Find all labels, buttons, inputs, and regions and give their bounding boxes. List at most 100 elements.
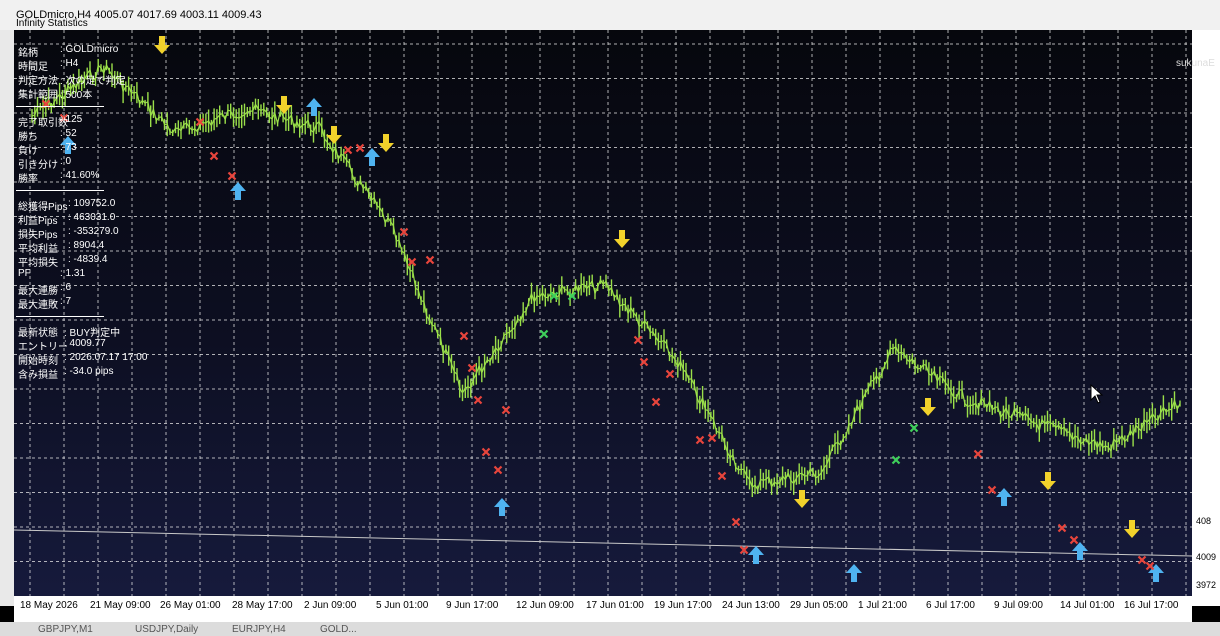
loss-exit-mark [665, 369, 675, 379]
chart-tab[interactable]: GBPJPY,M1 [38, 624, 93, 635]
loss-exit-mark [717, 471, 727, 481]
chart-tab[interactable]: USDJPY,Daily [135, 624, 198, 635]
stat-value: : -4839.4 [68, 254, 108, 265]
stat-label: 平均利益 [18, 244, 58, 255]
stat-value: : 1.31 [60, 268, 86, 279]
ea-label: sukunaE [1176, 58, 1215, 69]
stat-label: 最大連敗 [18, 300, 58, 311]
stat-label: エントリー [18, 342, 68, 353]
stat-label: 利益Pips [18, 216, 58, 227]
loss-exit-mark [731, 517, 741, 527]
chart-window: GOLDmicro,H4 4005.07 4017.69 4003.11 400… [0, 0, 1220, 636]
stat-label: 時間足 [18, 62, 48, 73]
stats-divider [16, 316, 104, 317]
stat-value: : 73 [60, 142, 77, 153]
stat-value: : 463031.0 [68, 212, 116, 223]
time-axis-label: 21 May 09:00 [90, 600, 151, 611]
loss-exit-mark [651, 397, 661, 407]
price-axis-label: 3929.7 [1196, 614, 1220, 624]
loss-exit-mark [633, 335, 643, 345]
sell-arrow-icon [326, 126, 342, 144]
stat-label: 平均損失 [18, 258, 58, 269]
win-exit-mark [539, 329, 549, 339]
loss-exit-mark [973, 449, 983, 459]
time-axis-label: 9 Jul 09:00 [994, 600, 1043, 611]
stat-value: : -34.0 pips [64, 366, 114, 377]
stat-value: : 500本 [60, 90, 93, 101]
chart-tab[interactable]: EURJPY,H4 [232, 624, 286, 635]
sell-arrow-icon [1040, 472, 1056, 490]
time-axis-label: 2 Jun 09:00 [304, 600, 357, 611]
sell-arrow-icon [154, 36, 170, 54]
stat-label: 引き分け [18, 160, 58, 171]
stat-value: : 109752.0 [68, 198, 116, 209]
stat-value: : -353279.0 [68, 226, 119, 237]
price-axis-label: 408 [1196, 516, 1212, 526]
stat-label: 勝ち [18, 132, 38, 143]
stat-value: : 41.60% [60, 170, 100, 181]
stat-label: 判定方法 [18, 76, 58, 87]
stat-value: : 8904.4 [68, 240, 105, 251]
sell-arrow-icon [378, 134, 394, 152]
stats-divider [16, 190, 104, 191]
buy-arrow-icon [846, 564, 862, 582]
time-axis-label: 26 May 01:00 [160, 600, 221, 611]
buy-arrow-icon [230, 182, 246, 200]
stat-label: 集計範囲 [18, 90, 58, 101]
indicator-name: Infinity Statistics [16, 18, 88, 29]
stat-label: PF [18, 268, 31, 279]
loss-exit-mark [695, 435, 705, 445]
stat-value: : 6 [60, 282, 72, 293]
stat-value: : GOLDmicro [60, 44, 119, 55]
buy-arrow-icon [1072, 542, 1088, 560]
loss-exit-mark [1069, 535, 1079, 545]
stat-value: : BUY判定中 [64, 328, 121, 339]
win-exit-mark [909, 423, 919, 433]
stat-label: 損失Pips [18, 230, 58, 241]
buy-arrow-icon [364, 148, 380, 166]
loss-exit-mark [209, 151, 219, 161]
time-axis-label: 28 May 17:00 [232, 600, 293, 611]
loss-exit-mark [1137, 555, 1147, 565]
loss-exit-mark [459, 331, 469, 341]
buy-arrow-icon [748, 546, 764, 564]
sell-arrow-icon [276, 96, 292, 114]
mouse-cursor-icon [1090, 384, 1104, 404]
current-price-line [13, 529, 1193, 557]
sell-arrow-icon [614, 230, 630, 248]
time-axis-label: 19 Jun 17:00 [654, 600, 712, 611]
stat-value: : 0 [60, 156, 72, 167]
stat-value: : 2026.07.17 17:00 [64, 352, 148, 363]
sell-arrow-icon [1124, 520, 1140, 538]
time-axis-label: 16 Jul 17:00 [1124, 600, 1179, 611]
stat-label: 勝率 [18, 174, 38, 185]
price-axis-label: 4009 [1196, 552, 1217, 562]
sell-arrow-icon [920, 398, 936, 416]
stat-value: : 125 [60, 114, 83, 125]
time-axis-label: 9 Jun 17:00 [446, 600, 499, 611]
stat-label: 含み損益 [18, 370, 58, 381]
loss-exit-mark [425, 255, 435, 265]
stat-label: 負け [18, 146, 38, 157]
time-axis-label: 6 Jul 17:00 [926, 600, 975, 611]
stat-label: 最大連勝 [18, 286, 58, 297]
time-axis-label: 17 Jun 01:00 [586, 600, 644, 611]
price-axis-label: 3972 [1196, 580, 1217, 590]
stat-value: : 7 [60, 296, 72, 307]
loss-exit-mark [343, 145, 353, 155]
stat-value: : 4009.77 [64, 338, 106, 349]
stat-value: : H4 [60, 58, 79, 69]
stat-value: : 52 [60, 128, 77, 139]
chart-tab[interactable]: GOLD... [320, 624, 357, 635]
stat-label: 開始時刻 [18, 356, 58, 367]
loss-exit-mark [1057, 523, 1067, 533]
loss-exit-mark [481, 447, 491, 457]
time-axis-label: 29 Jun 05:00 [790, 600, 848, 611]
stats-divider [16, 106, 104, 107]
loss-exit-mark [501, 405, 511, 415]
loss-exit-mark [467, 363, 477, 373]
time-axis-label: 12 Jun 09:00 [516, 600, 574, 611]
loss-exit-mark [493, 465, 503, 475]
buy-arrow-icon [494, 498, 510, 516]
loss-exit-mark [473, 395, 483, 405]
